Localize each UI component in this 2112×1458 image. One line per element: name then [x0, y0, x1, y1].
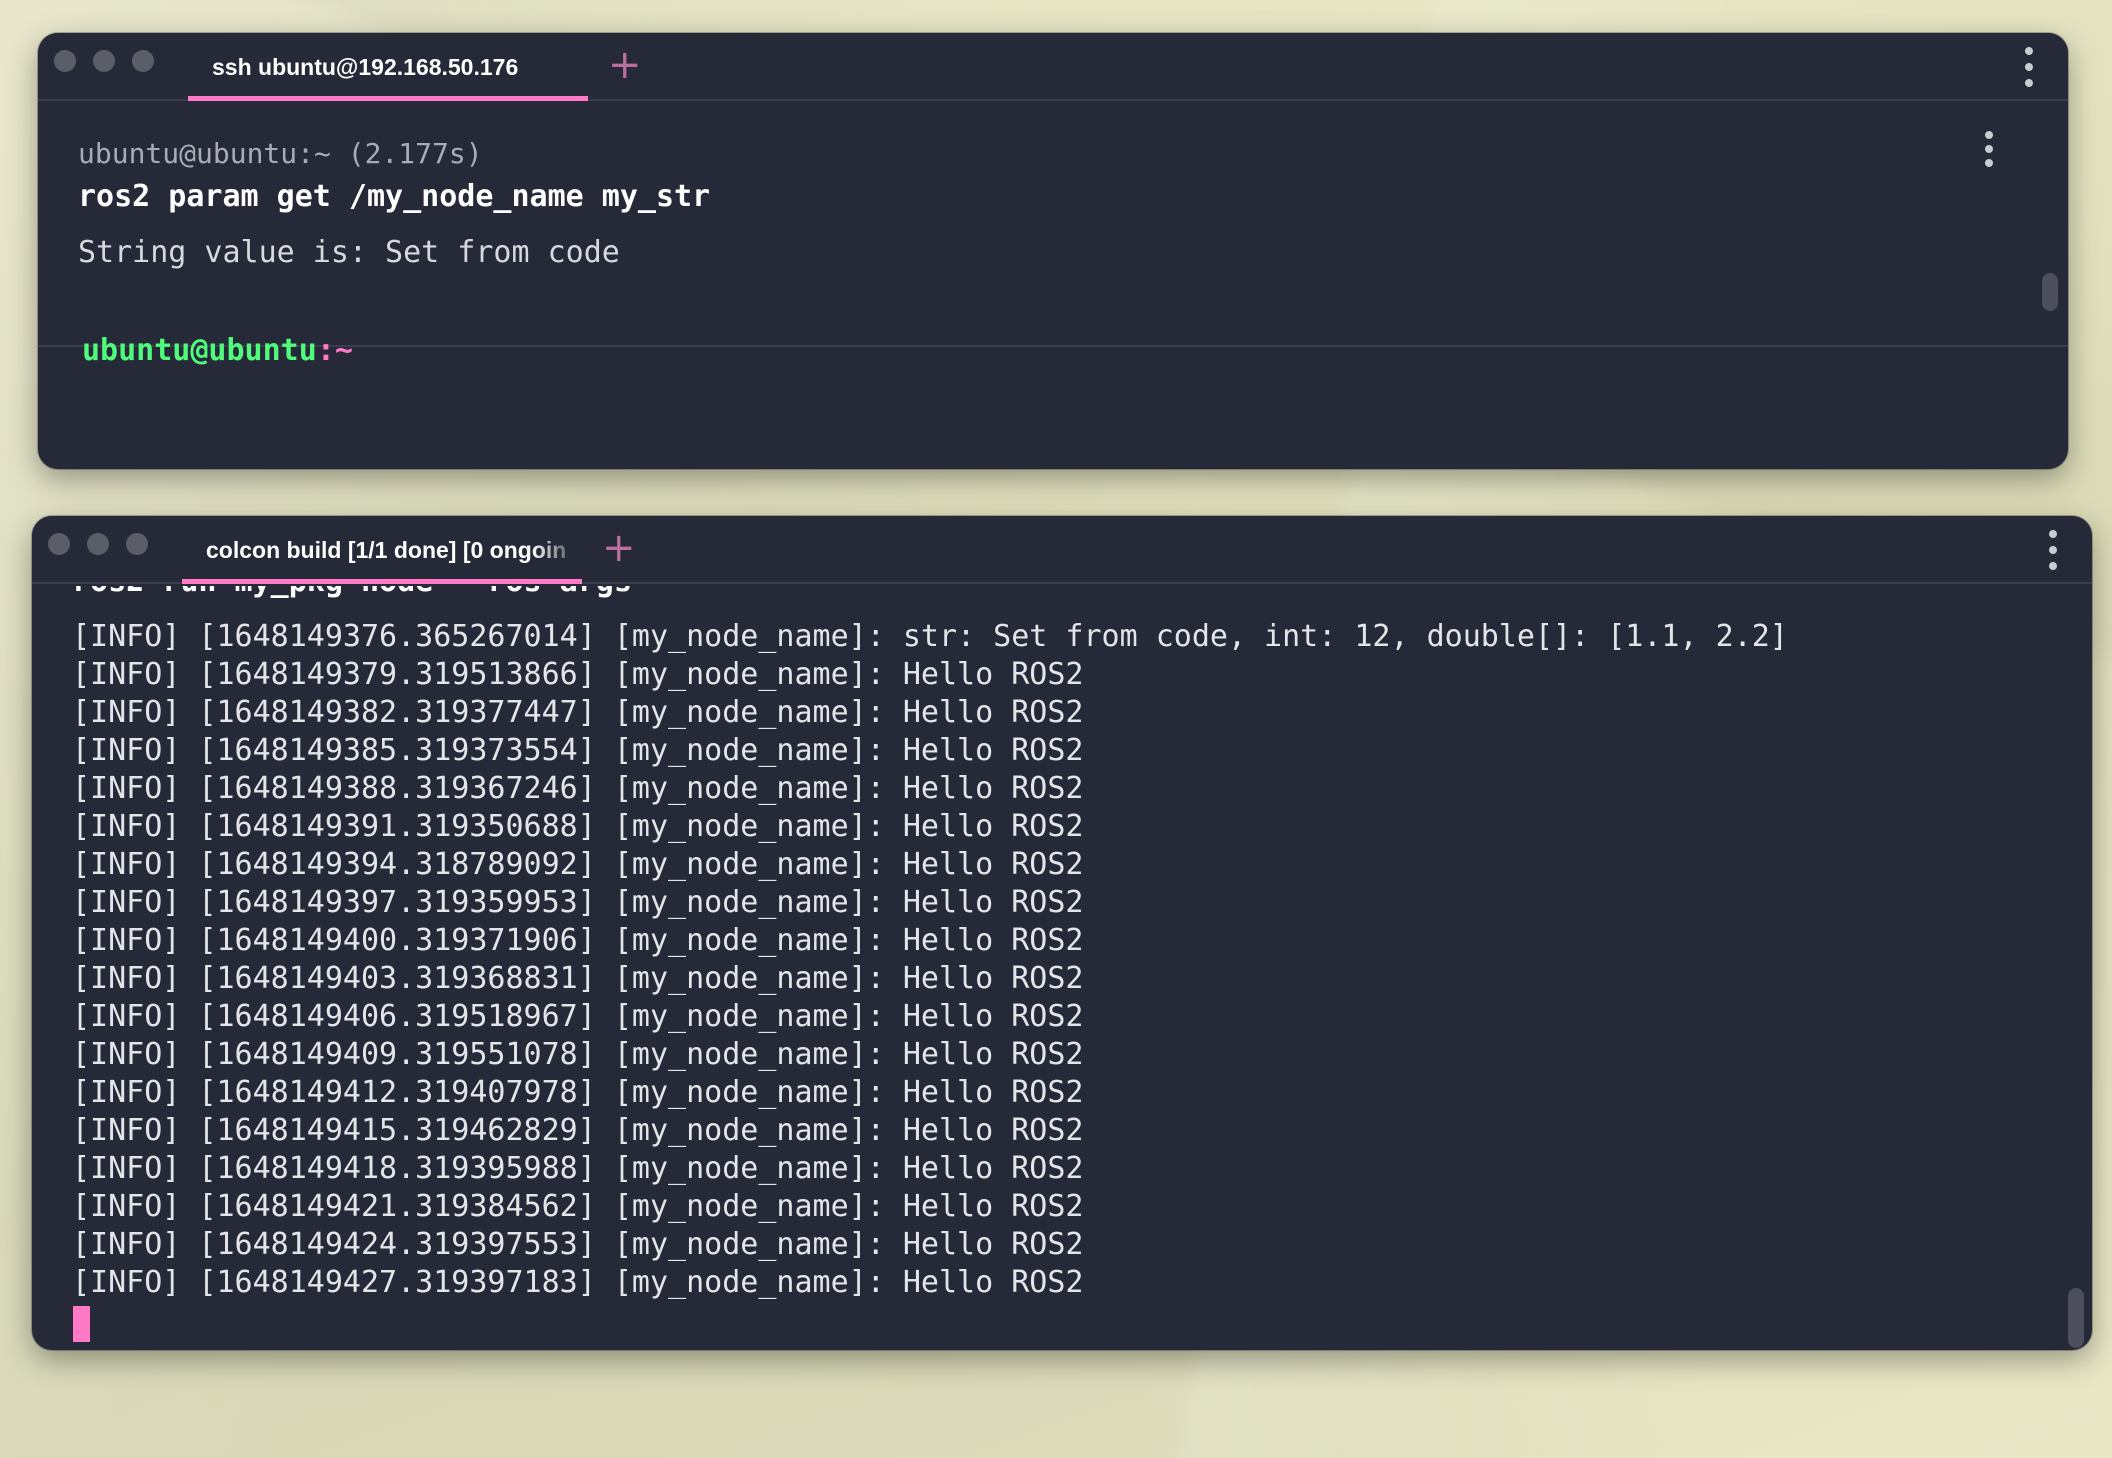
log-line: [INFO] [1648149376.365267014] [my_node_n… [72, 619, 1788, 654]
log-line: [INFO] [1648149412.319407978] [my_node_n… [72, 1075, 1084, 1110]
log-line: [INFO] [1648149427.319397183] [my_node_n… [72, 1265, 1084, 1300]
log-line: [INFO] [1648149418.319395988] [my_node_n… [72, 1151, 1084, 1186]
prompt-path: :~ [316, 333, 353, 368]
log-line: [INFO] [1648149379.319513866] [my_node_n… [72, 657, 1084, 692]
close-window-button[interactable] [48, 533, 70, 555]
scrollbar-thumb[interactable] [2068, 1288, 2084, 1348]
window-controls [48, 533, 148, 555]
log-line: [INFO] [1648149421.319384562] [my_node_n… [72, 1189, 1084, 1224]
maximize-window-button[interactable] [126, 533, 148, 555]
minimize-window-button[interactable] [87, 533, 109, 555]
command-block[interactable]: ubuntu@ubuntu:~ (2.177s) ros2 param get … [38, 103, 2068, 347]
terminal-cursor [73, 1306, 90, 1342]
scrollbar-thumb[interactable] [2042, 273, 2058, 311]
tab-title: ssh ubuntu@192.168.50.176 [212, 53, 519, 80]
log-line: [INFO] [1648149385.319373554] [my_node_n… [72, 733, 1084, 768]
add-tab-button[interactable]: + [602, 528, 636, 568]
tab-bar: colcon build [1/1 done] [0 ongoin + [32, 516, 2092, 584]
log-line: [INFO] [1648149415.319462829] [my_node_n… [72, 1113, 1084, 1148]
log-output: [INFO] [1648149376.365267014] [my_node_n… [72, 618, 1788, 1302]
log-line: [INFO] [1648149391.319350688] [my_node_n… [72, 809, 1084, 844]
close-window-button[interactable] [54, 50, 76, 72]
block-header: ubuntu@ubuntu:~ (2.177s) [78, 137, 483, 170]
log-line: [INFO] [1648149424.319397553] [my_node_n… [72, 1227, 1084, 1262]
log-line: [INFO] [1648149409.319551078] [my_node_n… [72, 1037, 1084, 1072]
minimize-window-button[interactable] [93, 50, 115, 72]
block-menu-icon[interactable] [1984, 131, 1994, 167]
tab-bar: ssh ubuntu@192.168.50.176 + [38, 33, 2068, 101]
tab-colcon-build[interactable]: colcon build [1/1 done] [0 ongoin [182, 516, 582, 584]
log-line: [INFO] [1648149403.319368831] [my_node_n… [72, 961, 1084, 996]
window-menu-icon[interactable] [2024, 47, 2034, 87]
block-command: ros2 param get /my_node_name my_str [78, 179, 711, 214]
log-line: [INFO] [1648149394.318789092] [my_node_n… [72, 847, 1084, 882]
terminal-window-colcon: colcon build [1/1 done] [0 ongoin + ros2… [32, 516, 2092, 1350]
tab-title: colcon build [1/1 done] [0 ongoin [206, 536, 567, 563]
log-line: [INFO] [1648149382.319377447] [my_node_n… [72, 695, 1084, 730]
maximize-window-button[interactable] [132, 50, 154, 72]
prompt-user-host: ubuntu@ubuntu [82, 333, 317, 368]
terminal-output[interactable]: ros2 run my_pkg node --ros-args [INFO] [… [32, 586, 2092, 1350]
window-controls [54, 50, 154, 72]
tab-ssh-session[interactable]: ssh ubuntu@192.168.50.176 [188, 33, 588, 101]
log-line: [INFO] [1648149400.319371906] [my_node_n… [72, 923, 1084, 958]
terminal-window-ssh: ssh ubuntu@192.168.50.176 + ubuntu@ubunt… [38, 33, 2068, 469]
command-prompt[interactable]: ubuntu@ubuntu:~ [82, 333, 353, 368]
log-line: [INFO] [1648149406.319518967] [my_node_n… [72, 999, 1084, 1034]
add-tab-button[interactable]: + [608, 45, 642, 85]
log-line: [INFO] [1648149388.319367246] [my_node_n… [72, 771, 1084, 806]
block-output: String value is: Set from code [78, 235, 620, 270]
cut-off-command: ros2 run my_pkg node --ros-args [72, 586, 632, 599]
log-line: [INFO] [1648149397.319359953] [my_node_n… [72, 885, 1084, 920]
window-menu-icon[interactable] [2048, 530, 2058, 570]
